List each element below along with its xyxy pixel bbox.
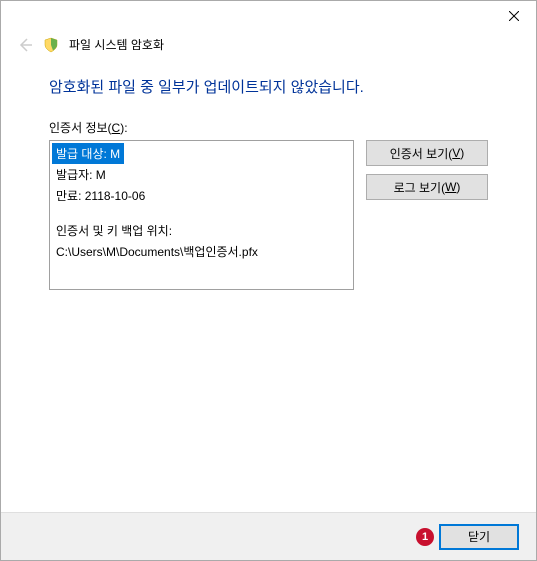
view-log-button[interactable]: 로그 보기(W) bbox=[366, 174, 488, 200]
spacer bbox=[52, 206, 351, 220]
view-cert-key: V bbox=[452, 146, 460, 160]
view-cert-prefix: 인증서 보기( bbox=[390, 145, 453, 162]
annotation-marker-1: 1 bbox=[416, 528, 434, 546]
main-row: 발급 대상: M 발급자: M 만료: 2118-10-06 인증서 및 키 백… bbox=[49, 140, 496, 290]
cert-label-suffix: ): bbox=[120, 121, 127, 135]
close-icon bbox=[509, 11, 519, 21]
view-log-suffix: ) bbox=[456, 180, 460, 194]
header-row: 파일 시스템 암호화 bbox=[17, 36, 164, 53]
shield-icon bbox=[43, 37, 59, 53]
cert-label-key: C bbox=[112, 121, 121, 135]
window-close-button[interactable] bbox=[491, 1, 536, 31]
window-title: 파일 시스템 암호화 bbox=[69, 36, 164, 53]
view-cert-button[interactable]: 인증서 보기(V) bbox=[366, 140, 488, 166]
content-area: 암호화된 파일 중 일부가 업데이트되지 않았습니다. 인증서 정보(C): 발… bbox=[49, 76, 496, 290]
cert-label-prefix: 인증서 정보( bbox=[49, 121, 112, 135]
view-log-prefix: 로그 보기( bbox=[394, 179, 446, 196]
close-button[interactable]: 닫기 bbox=[440, 525, 518, 549]
cert-backup-label: 인증서 및 키 백업 위치: bbox=[52, 220, 351, 241]
view-cert-suffix: ) bbox=[460, 146, 464, 160]
cert-backup-path: C:\Users\M\Documents\백업인증서.pfx bbox=[52, 241, 351, 262]
page-heading: 암호화된 파일 중 일부가 업데이트되지 않았습니다. bbox=[49, 76, 496, 97]
cert-issued-to[interactable]: 발급 대상: M bbox=[52, 143, 124, 164]
back-arrow-icon bbox=[17, 37, 33, 53]
button-column: 인증서 보기(V) 로그 보기(W) bbox=[366, 140, 488, 200]
cert-expiry: 만료: 2118-10-06 bbox=[52, 185, 351, 206]
view-log-key: W bbox=[445, 180, 456, 194]
footer: 1 닫기 bbox=[1, 512, 536, 560]
cert-issued-by: 발급자: M bbox=[52, 164, 351, 185]
cert-info-box[interactable]: 발급 대상: M 발급자: M 만료: 2118-10-06 인증서 및 키 백… bbox=[49, 140, 354, 290]
cert-info-label: 인증서 정보(C): bbox=[49, 119, 496, 136]
titlebar bbox=[1, 1, 536, 31]
